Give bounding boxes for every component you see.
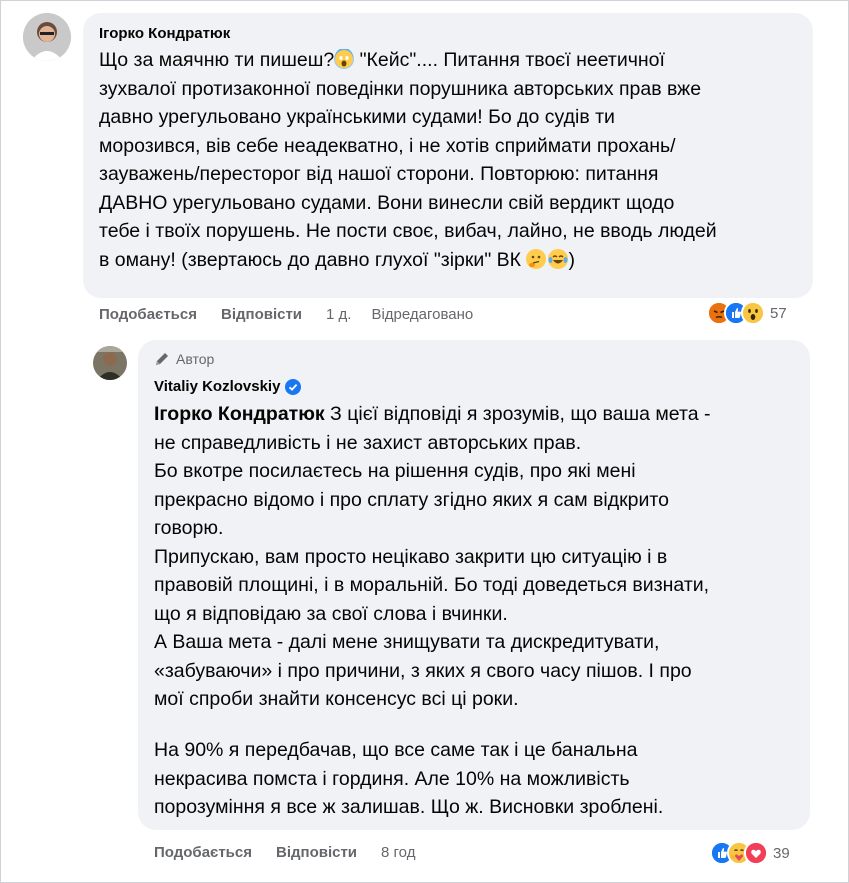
comment-thread: Ігорко Кондратюк Що за маячню ти пишеш? … <box>0 0 849 883</box>
avatar-author[interactable] <box>93 346 127 380</box>
face-screaming-emoji <box>334 48 355 69</box>
pencil-icon <box>154 351 170 367</box>
wow-reaction-icon <box>741 301 765 325</box>
reaction-count: 39 <box>773 844 790 862</box>
edited-label[interactable]: Відредаговано <box>371 306 473 323</box>
avatar-commenter[interactable] <box>23 13 71 61</box>
timestamp[interactable]: 1 д. <box>326 306 351 323</box>
comment-actions: Подобається Відповісти 1 д. Відредагован… <box>99 306 473 323</box>
reply-author[interactable]: Vitaliy Kozlovskiy <box>154 378 302 395</box>
like-button[interactable]: Подобається <box>154 844 252 861</box>
reply-text-paragraph-2: На 90% я передбачав, що все саме так і ц… <box>154 739 664 818</box>
comment-author[interactable]: Ігорко Кондратюк <box>99 25 230 42</box>
comment-text: Що за маячню ти пишеш? "Кейс".... Питанн… <box>99 48 717 271</box>
verified-badge-icon <box>285 378 302 395</box>
like-button[interactable]: Подобається <box>99 306 197 323</box>
reply-button[interactable]: Відповісти <box>221 306 302 323</box>
reply-actions: Подобається Відповісти 8 год <box>154 844 415 861</box>
reply-button[interactable]: Відповісти <box>276 844 357 861</box>
reaction-summary[interactable]: 39 <box>710 841 790 865</box>
author-badge: Автор <box>154 351 214 367</box>
love-reaction-icon <box>744 841 768 865</box>
tears-of-joy-emoji <box>548 248 569 269</box>
reaction-summary[interactable]: 57 <box>707 301 787 325</box>
reply-text: Ігорко Кондратюк З цієї відповіді я зроз… <box>154 403 711 710</box>
timestamp[interactable]: 8 год <box>381 844 415 861</box>
thinking-face-emoji <box>526 248 547 269</box>
mention-link[interactable]: Ігорко Кондратюк <box>154 403 325 425</box>
reaction-count: 57 <box>770 304 787 322</box>
